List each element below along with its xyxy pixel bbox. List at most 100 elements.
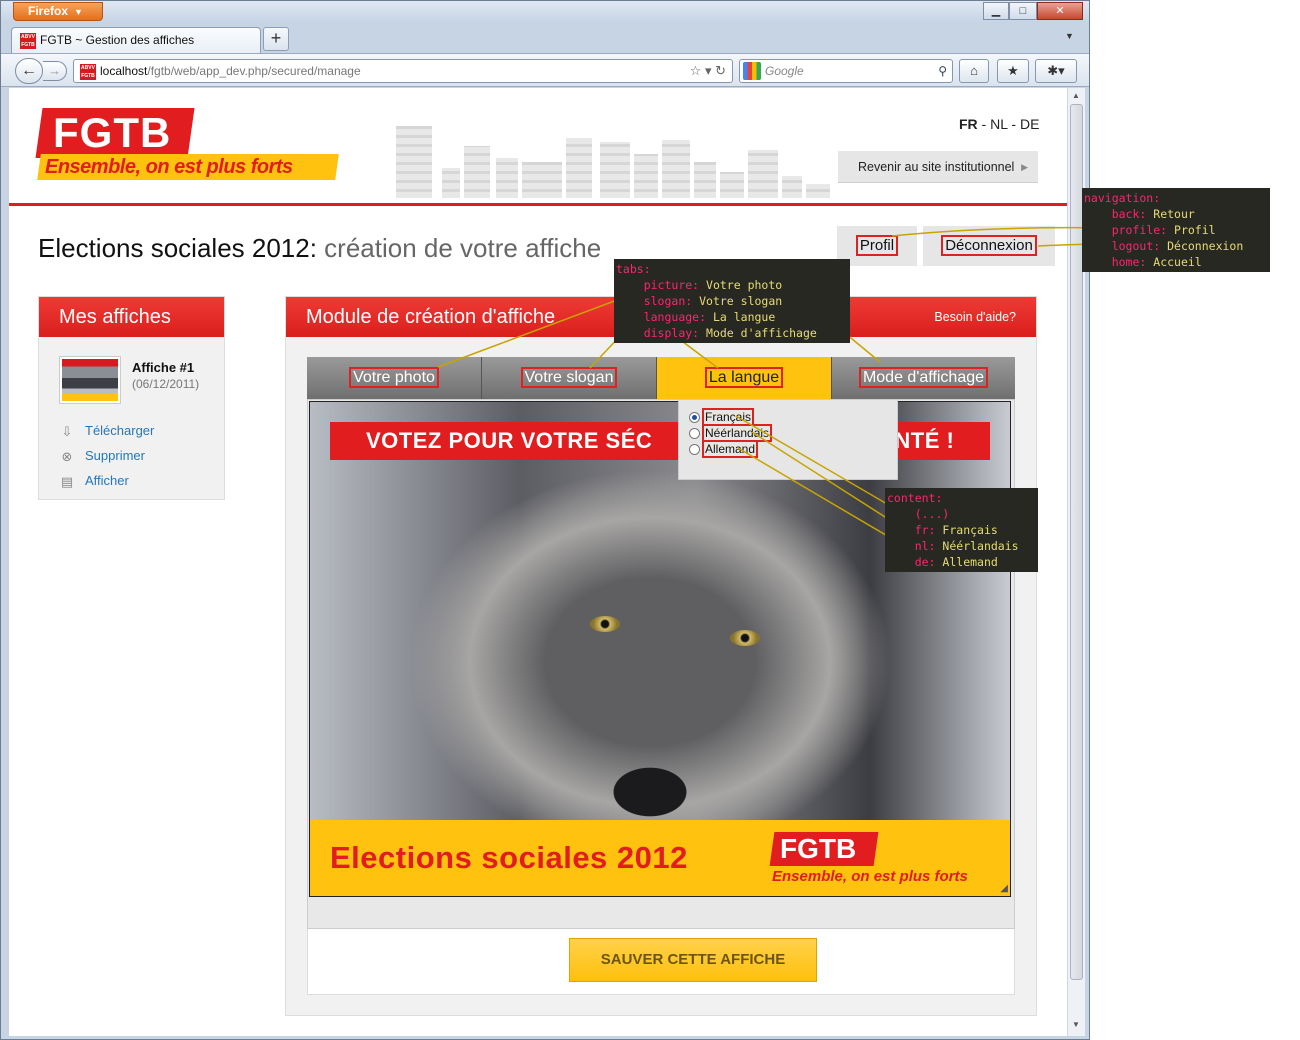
reload-icon[interactable]: ↻	[715, 63, 726, 78]
language-option-nl[interactable]: Néérlandais	[689, 424, 773, 442]
code-key: picture:	[643, 278, 700, 292]
minimize-button[interactable]: ▁	[983, 2, 1009, 20]
code-key: home:	[1111, 255, 1147, 269]
lang-separator: -	[977, 116, 991, 132]
poster-canvas: VOTEZ POUR VOTRE SÉC ANTÉ ! Elections soc…	[307, 399, 1015, 929]
my-posters-title: Mes affiches	[39, 297, 224, 337]
code-key: back:	[1111, 207, 1147, 221]
tab-language-label: La langue	[704, 367, 784, 388]
poster-name[interactable]: Affiche #1	[132, 360, 194, 375]
logout-button[interactable]: Déconnexion	[923, 226, 1055, 266]
lang-separator: -	[1007, 116, 1020, 132]
logout-label: Déconnexion	[941, 235, 1037, 256]
language-option-de[interactable]: Allemand	[689, 440, 759, 458]
tab-slogan[interactable]: Votre slogan	[482, 357, 657, 399]
logo-slogan: Ensemble, on est plus forts	[45, 156, 293, 178]
language-option-fr[interactable]: Français	[689, 408, 755, 426]
back-button[interactable]: ←	[15, 58, 43, 84]
new-tab-button[interactable]: +	[263, 27, 289, 51]
code-key: nl:	[914, 539, 936, 553]
poster-preview: VOTEZ POUR VOTRE SÉC ANTÉ ! Elections soc…	[309, 401, 1011, 897]
close-window-button[interactable]: ✕	[1037, 2, 1083, 20]
code-key: fr:	[914, 523, 936, 537]
code-root: tabs:	[616, 262, 651, 276]
module-title: Module de création d'affiche	[306, 306, 556, 328]
code-key: logout:	[1111, 239, 1161, 253]
page-title: Elections sociales 2012: création de vot…	[38, 233, 601, 264]
code-key: display:	[643, 326, 700, 340]
help-link[interactable]: Besoin d'aide?	[934, 297, 1016, 337]
page-title-main: Elections sociales 2012	[38, 233, 310, 263]
code-key: de:	[914, 555, 936, 569]
save-poster-button[interactable]: SAUVER CETTE AFFICHE	[569, 938, 817, 982]
url-dropdown-icon[interactable]: ▾	[705, 63, 712, 78]
tab-display[interactable]: Mode d'affichage	[832, 357, 1015, 399]
code-value: Mode d'affichage	[706, 326, 817, 340]
browser-tab[interactable]: ABVV FGTB FGTB ~ Gestion des affiches	[11, 27, 261, 53]
code-value: Retour	[1153, 207, 1195, 221]
show-label: Afficher	[85, 473, 129, 488]
code-value: Profil	[1174, 223, 1216, 237]
download-label: Télécharger	[85, 423, 155, 438]
poster-footer-text: Elections sociales 2012	[330, 840, 688, 875]
poster-footer: Elections sociales 2012 FGTB Ensemble, o…	[310, 820, 1010, 896]
show-link[interactable]: ▤ Afficher	[59, 473, 129, 490]
delete-link[interactable]: ⊗ Supprimer	[59, 448, 145, 465]
download-link[interactable]: ⇩ Télécharger	[59, 423, 155, 440]
fgtb-logo[interactable]: FGTB Ensemble, on est plus forts	[35, 108, 339, 184]
delete-icon: ⊗	[61, 448, 73, 464]
tab-language[interactable]: La langue	[657, 357, 832, 399]
delete-label: Supprimer	[85, 448, 145, 463]
language-option-de-label: Allemand	[702, 440, 759, 458]
navigation-toolbar: ← → ABVV FGTB localhost/fgtb/web/app_dev.p…	[1, 53, 1089, 87]
content-annotation: content: (...) fr: Français nl: Néérland…	[885, 488, 1038, 572]
city-skyline-illustration	[394, 110, 834, 198]
home-button[interactable]: ⌂	[959, 59, 989, 83]
code-value: La langue	[712, 310, 776, 324]
poster-creation-module: Module de création d'affiche Besoin d'ai…	[285, 296, 1037, 1016]
radio-de[interactable]	[689, 444, 700, 456]
search-icon[interactable]: ⚲	[938, 60, 947, 82]
poster-logo-slogan: Ensemble, on est plus forts	[772, 868, 968, 885]
scroll-down-icon[interactable]: ▼	[1072, 1020, 1080, 1029]
poster-banner-left: VOTEZ POUR VOTRE SÉC	[366, 428, 653, 453]
poster-date: (06/12/2011)	[132, 377, 200, 391]
poster-thumbnail[interactable]	[59, 356, 121, 404]
code-key: language:	[643, 310, 707, 324]
navigation-annotation: navigation: back: Retour profile: Profil…	[1082, 188, 1270, 272]
google-search-engine-icon[interactable]	[743, 62, 761, 80]
institutional-site-button[interactable]: Revenir au site institutionnel ▶	[838, 151, 1038, 183]
tab-list-icon[interactable]: ▼	[1065, 31, 1074, 41]
url-bar[interactable]: ABVV FGTB localhost/fgtb/web/app_dev.php/s…	[73, 59, 733, 83]
tabs-annotation: tabs: picture: Votre photo slogan: Votre…	[614, 259, 850, 343]
firefox-menu-button[interactable]: Firefox ▼	[13, 2, 103, 21]
url-host: localhost	[100, 64, 148, 78]
forward-button[interactable]: →	[43, 61, 67, 81]
search-placeholder: Google	[765, 64, 804, 78]
title-bar: Firefox ▼ ▁ □ ✕	[1, 1, 1089, 23]
fgtb-favicon-icon: ABVV FGTB	[20, 33, 36, 49]
poster-logo-text: FGTB	[780, 833, 857, 864]
tab-slogan-label: Votre slogan	[520, 367, 618, 388]
resize-handle-icon[interactable]: ◢	[1000, 883, 1008, 894]
lang-de-link[interactable]: DE	[1020, 116, 1039, 132]
institutional-site-label: Revenir au site institutionnel	[858, 160, 1015, 174]
tab-picture[interactable]: Votre photo	[307, 357, 482, 399]
radio-fr[interactable]	[689, 412, 700, 424]
radio-nl[interactable]	[689, 428, 700, 440]
search-bar[interactable]: Google ⚲	[739, 59, 953, 83]
maximize-button[interactable]: □	[1009, 2, 1037, 20]
lang-fr-link[interactable]: FR	[959, 116, 978, 132]
wolf-eye-left	[590, 616, 620, 632]
code-value: Déconnexion	[1167, 239, 1244, 253]
lang-nl-link[interactable]: NL	[990, 116, 1007, 132]
code-key: slogan:	[643, 294, 693, 308]
bookmarks-button[interactable]: ★	[997, 59, 1029, 83]
addon-button[interactable]: ✱▾	[1035, 59, 1077, 83]
browser-tab-title: FGTB ~ Gestion des affiches	[40, 33, 195, 48]
page-title-separator: :	[309, 233, 325, 263]
bookmark-star-icon[interactable]: ☆	[690, 63, 702, 78]
scroll-up-icon[interactable]: ▲	[1072, 91, 1080, 100]
code-ellipsis: (...)	[914, 507, 950, 521]
header-divider	[9, 203, 1067, 206]
